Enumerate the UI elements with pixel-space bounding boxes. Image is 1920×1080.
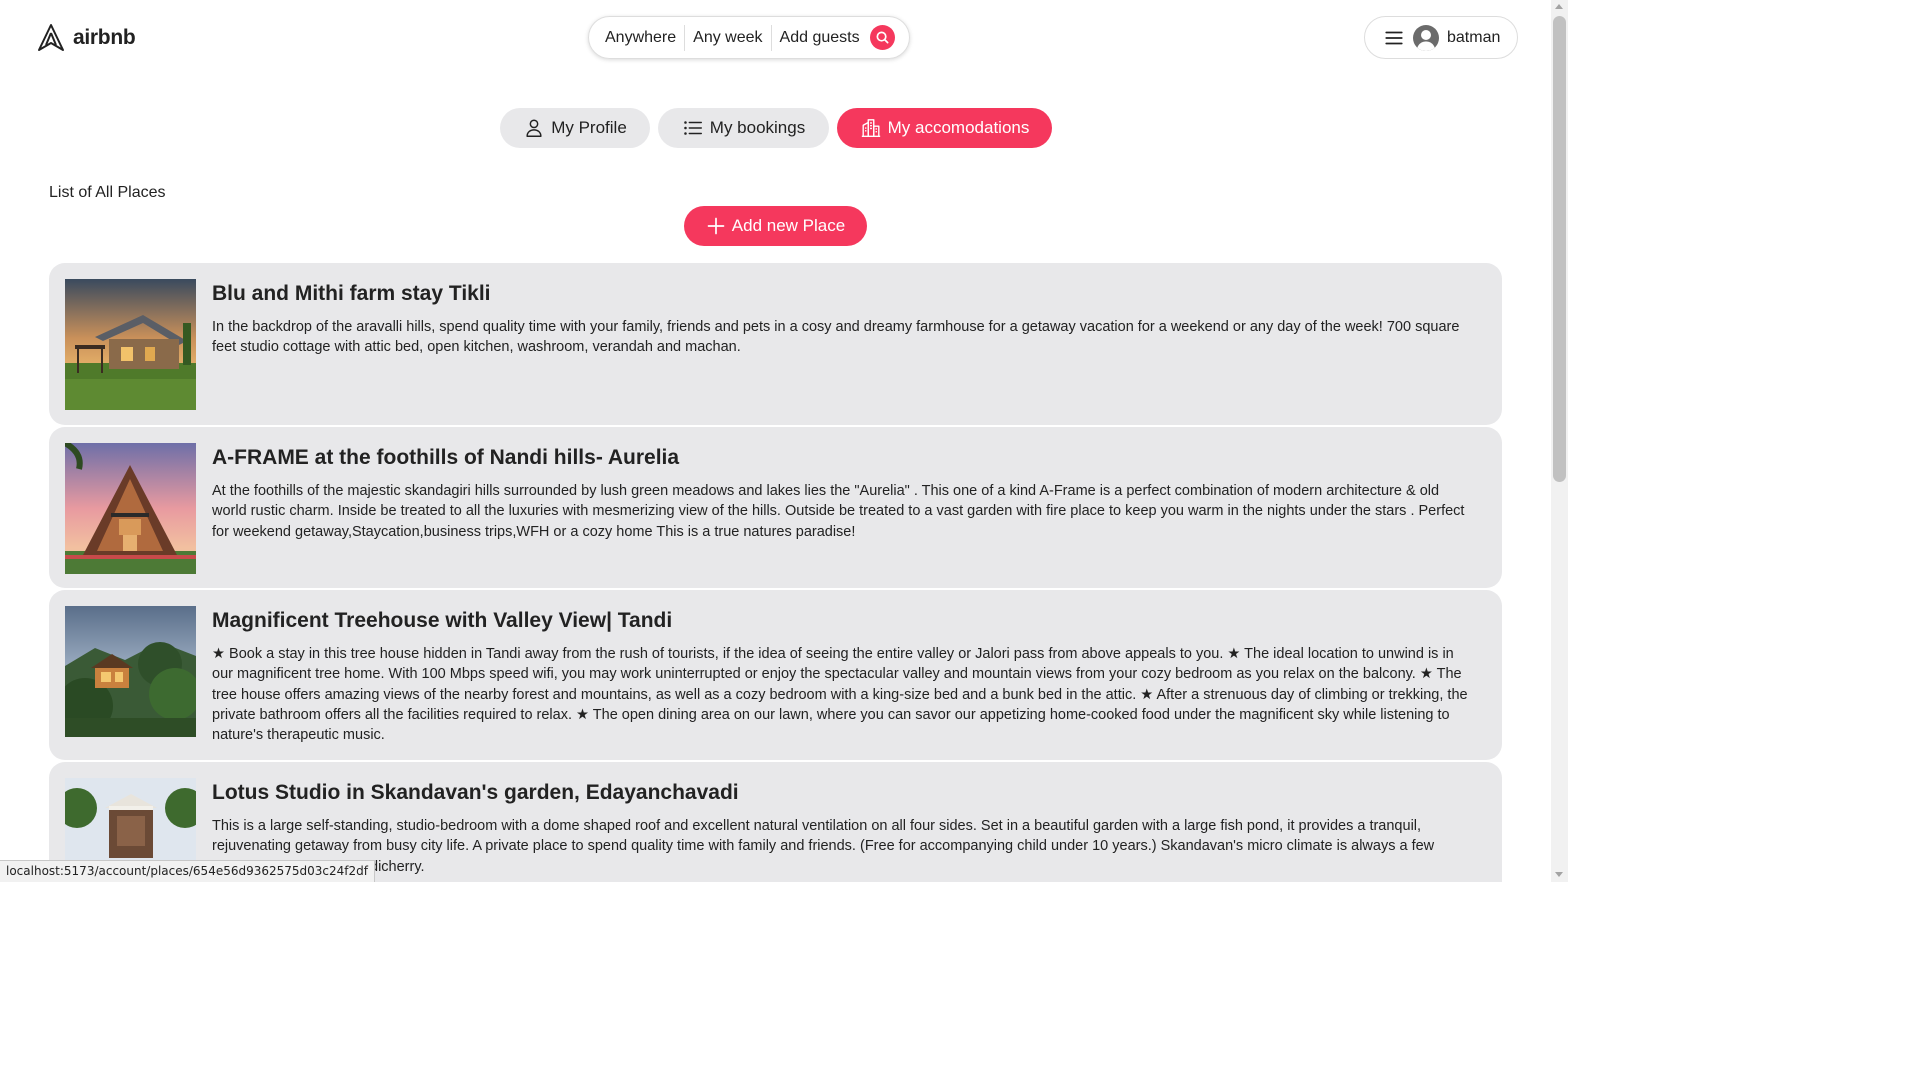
user-avatar-icon [1416, 29, 1436, 51]
scrollbar-thumb[interactable] [1553, 16, 1566, 482]
building-icon [861, 119, 880, 137]
search-anywhere[interactable]: Anywhere [605, 27, 684, 49]
place-card[interactable]: Magnificent Treehouse with Valley View| … [49, 590, 1502, 760]
treehouse-photo [65, 606, 196, 737]
add-new-place-button[interactable]: Add new Place [684, 206, 867, 246]
place-title: Lotus Studio in Skandavan's garden, Eday… [212, 781, 739, 804]
place-title: Blu and Mithi farm stay Tikli [212, 282, 491, 305]
airbnb-logo-icon [38, 24, 64, 51]
tab-my-profile-label: My Profile [551, 118, 627, 137]
tab-my-bookings[interactable]: My bookings [658, 108, 829, 148]
search-bar[interactable]: Anywhere Any week Add guests [588, 16, 910, 59]
place-photo [65, 443, 196, 574]
vertical-scrollbar[interactable] [1551, 0, 1568, 882]
avatar [1413, 24, 1439, 51]
search-button[interactable] [869, 25, 895, 50]
place-card[interactable]: A-FRAME at the foothills of Nandi hills-… [49, 427, 1502, 588]
plus-icon [707, 217, 725, 235]
header: airbnb Anywhere Any week Add guests batm… [0, 0, 1551, 78]
scroll-up-arrow-icon[interactable] [1555, 4, 1563, 9]
scroll-down-arrow-icon[interactable] [1555, 872, 1563, 877]
username: batman [1447, 28, 1501, 46]
account-nav: My Profile My bookings My accomodations [0, 108, 1551, 148]
list-title: List of All Places [49, 184, 166, 201]
user-menu-button[interactable]: batman [1364, 16, 1518, 59]
place-card[interactable]: Blu and Mithi farm stay Tikli In the bac… [49, 263, 1502, 425]
a-frame-house-photo [65, 443, 196, 574]
airbnb-logo[interactable]: airbnb [35, 22, 136, 54]
place-description: At the foothills of the majestic skandag… [212, 483, 1465, 540]
place-description: ★ Book a stay in this tree house hidden … [212, 646, 1468, 744]
hamburger-menu-icon [1383, 27, 1405, 49]
tab-my-bookings-label: My bookings [709, 118, 806, 137]
status-bar-url: localhost:5173/account/places/654e56d936… [0, 860, 375, 882]
tab-my-accommodations-label: My accomodations [887, 118, 1030, 137]
tab-my-accommodations[interactable]: My accomodations [837, 108, 1052, 148]
user-icon [526, 119, 542, 137]
list-icon [683, 121, 702, 135]
place-title: Magnificent Treehouse with Valley View| … [212, 609, 673, 632]
logo-text: airbnb [73, 26, 136, 49]
place-photo [65, 606, 196, 737]
page: airbnb Anywhere Any week Add guests batm… [0, 0, 1551, 882]
place-description: This is a large self-standing, studio-be… [212, 818, 1435, 875]
farm-cottage-photo [65, 279, 196, 410]
search-add-guests[interactable]: Add guests [772, 27, 868, 49]
tab-my-profile[interactable]: My Profile [500, 108, 650, 148]
search-any-week[interactable]: Any week [685, 27, 770, 49]
place-title: A-FRAME at the foothills of Nandi hills-… [212, 446, 680, 469]
place-description: In the backdrop of the aravalli hills, s… [212, 319, 1460, 356]
place-photo [65, 279, 196, 410]
search-icon [876, 31, 889, 44]
add-new-place-label: Add new Place [731, 216, 846, 235]
